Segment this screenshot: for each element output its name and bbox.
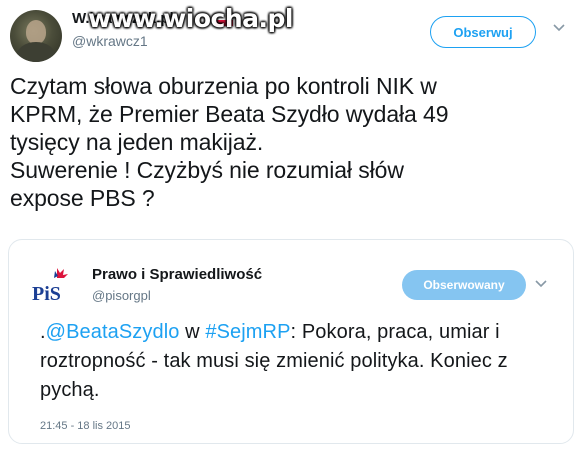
mention-link[interactable]: @BeataSzydlo <box>46 321 180 343</box>
following-button[interactable]: Obserwowany <box>402 270 526 300</box>
avatar-face <box>26 20 46 44</box>
quoted-handle[interactable]: @pisorgpl <box>92 288 151 303</box>
follow-button[interactable]: Obserwuj <box>430 16 536 48</box>
pis-logo-text: PiS <box>32 283 61 305</box>
quoted-tweet-text: .@BeataSzydlo w #SejmRP: Pokora, praca, … <box>40 318 540 405</box>
watermark: www.wiocha.pl <box>88 4 293 33</box>
chevron-down-icon[interactable] <box>553 24 565 34</box>
tweet-text: Czytam słowa oburzenia po kontroli NIK w… <box>10 73 449 211</box>
quoted-display-name[interactable]: Prawo i Sprawiedliwość <box>92 266 262 283</box>
author-handle[interactable]: @wkrawcz1 <box>72 33 148 49</box>
chevron-down-icon[interactable] <box>535 280 547 290</box>
text-mid: w <box>179 321 206 343</box>
author-avatar[interactable] <box>10 10 62 62</box>
pis-logo-avatar[interactable]: PiS <box>24 262 82 312</box>
quoted-timestamp[interactable]: 21:45 - 18 lis 2015 <box>40 420 131 432</box>
hashtag-link[interactable]: #SejmRP <box>205 321 290 343</box>
avatar-body <box>16 42 56 62</box>
